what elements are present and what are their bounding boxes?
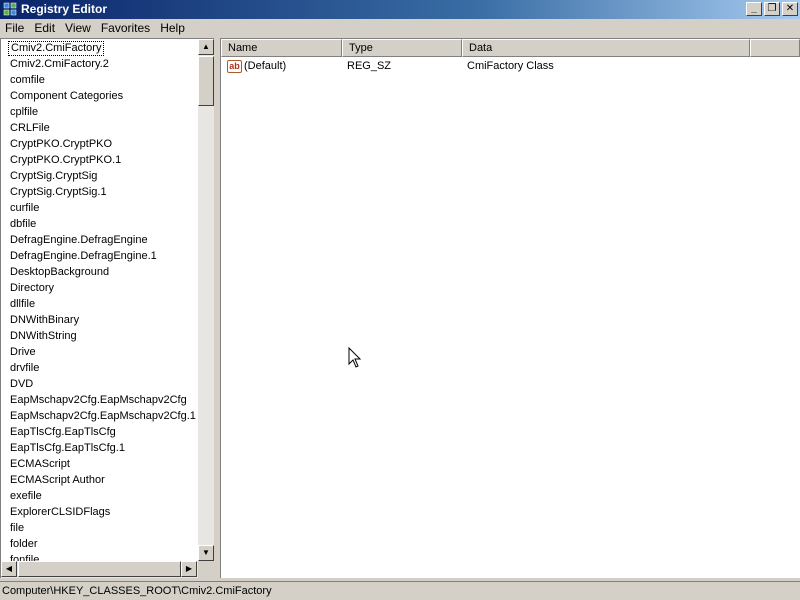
menu-view[interactable]: View xyxy=(60,19,96,37)
column-headers: Name Type Data xyxy=(221,39,800,57)
tree-item[interactable]: DNWithString xyxy=(8,329,79,344)
tree-item[interactable]: DVD xyxy=(8,377,35,392)
tree-item-selected[interactable]: Cmiv2.CmiFactory xyxy=(8,41,105,56)
tree-item[interactable]: fonfile xyxy=(8,553,41,561)
tree-item[interactable]: Cmiv2.CmiFactory.2 xyxy=(8,57,111,72)
tree-item[interactable]: Directory xyxy=(8,281,56,296)
tree-item[interactable]: file xyxy=(8,521,26,536)
column-header-empty xyxy=(750,39,800,57)
value-name: (Default) xyxy=(244,60,287,72)
mouse-cursor-icon xyxy=(348,347,362,368)
value-data: CmiFactory Class xyxy=(467,60,554,72)
tree-item[interactable]: Component Categories xyxy=(8,89,125,104)
title-bar[interactable]: Registry Editor _ ❐ ✕ xyxy=(0,0,800,19)
menu-favorites[interactable]: Favorites xyxy=(96,19,155,37)
scroll-up-arrow-icon[interactable]: ▲ xyxy=(198,39,214,55)
tree-item[interactable]: EapTlsCfg.EapTlsCfg xyxy=(8,425,118,440)
tree-item[interactable]: ECMAScript xyxy=(8,457,72,472)
scroll-left-arrow-icon[interactable]: ◀ xyxy=(1,561,17,577)
minimize-button[interactable]: _ xyxy=(746,2,762,16)
tree-horizontal-scroll-thumb[interactable] xyxy=(18,561,181,577)
tree-item[interactable]: ECMAScript Author xyxy=(8,473,107,488)
tree-item[interactable]: CryptSig.CryptSig xyxy=(8,169,99,184)
value-name-cell: ab (Default) xyxy=(227,57,286,75)
tree-item[interactable]: CRLFile xyxy=(8,121,52,136)
registry-app-icon xyxy=(3,2,17,16)
menu-bar: File Edit View Favorites Help xyxy=(0,19,800,37)
tree-item[interactable]: Drive xyxy=(8,345,38,360)
window-title: Registry Editor xyxy=(21,2,108,16)
tree-item[interactable]: EapMschapv2Cfg.EapMschapv2Cfg.1 xyxy=(8,409,197,424)
tree-item[interactable]: cplfile xyxy=(8,105,40,120)
scroll-down-arrow-icon[interactable]: ▼ xyxy=(198,545,214,561)
tree-vertical-scrollbar[interactable]: ▲ ▼ xyxy=(198,39,214,561)
values-pane[interactable]: Name Type Data ab (Default) REG_SZ CmiFac… xyxy=(220,38,800,578)
tree-item[interactable]: EapMschapv2Cfg.EapMschapv2Cfg xyxy=(8,393,189,408)
value-type: REG_SZ xyxy=(347,60,392,72)
menu-file[interactable]: File xyxy=(0,19,29,37)
column-header-type[interactable]: Type xyxy=(342,39,462,57)
menu-edit[interactable]: Edit xyxy=(29,19,60,37)
close-button[interactable]: ✕ xyxy=(782,2,798,16)
scrollbar-corner xyxy=(198,561,214,578)
tree-item[interactable]: ExplorerCLSIDFlags xyxy=(8,505,112,520)
status-path: Computer\HKEY_CLASSES_ROOT\Cmiv2.CmiFact… xyxy=(2,585,272,597)
restore-button[interactable]: ❐ xyxy=(764,2,780,16)
tree-item[interactable]: drvfile xyxy=(8,361,41,376)
tree-item[interactable]: comfile xyxy=(8,73,47,88)
tree-vertical-scroll-thumb[interactable] xyxy=(198,56,214,106)
key-tree-pane[interactable]: Cmiv2.CmiFactory Cmiv2.CmiFactory.2 comfil… xyxy=(0,38,214,578)
tree-item[interactable]: DefragEngine.DefragEngine xyxy=(8,233,150,248)
string-value-icon: ab xyxy=(227,59,242,73)
column-header-data[interactable]: Data xyxy=(462,39,750,57)
key-tree-list[interactable]: Cmiv2.CmiFactory Cmiv2.CmiFactory.2 comfil… xyxy=(1,39,197,561)
tree-item[interactable]: curfile xyxy=(8,201,41,216)
tree-item[interactable]: DNWithBinary xyxy=(8,313,81,328)
tree-item[interactable]: DefragEngine.DefragEngine.1 xyxy=(8,249,159,264)
tree-item[interactable]: folder xyxy=(8,537,40,552)
menu-help[interactable]: Help xyxy=(155,19,190,37)
tree-item[interactable]: CryptSig.CryptSig.1 xyxy=(8,185,109,200)
tree-horizontal-scrollbar[interactable]: ◀ ▶ xyxy=(1,561,198,578)
status-bar: Computer\HKEY_CLASSES_ROOT\Cmiv2.CmiFact… xyxy=(0,581,800,600)
column-header-name[interactable]: Name xyxy=(221,39,342,57)
tree-item[interactable]: EapTlsCfg.EapTlsCfg.1 xyxy=(8,441,127,456)
tree-item[interactable]: DesktopBackground xyxy=(8,265,111,280)
value-row[interactable]: ab (Default) REG_SZ CmiFactory Class xyxy=(221,57,800,75)
tree-item[interactable]: exefile xyxy=(8,489,44,504)
tree-item[interactable]: CryptPKO.CryptPKO.1 xyxy=(8,153,123,168)
tree-item[interactable]: CryptPKO.CryptPKO xyxy=(8,137,114,152)
scroll-right-arrow-icon[interactable]: ▶ xyxy=(181,561,197,577)
tree-item[interactable]: dllfile xyxy=(8,297,37,312)
tree-item[interactable]: dbfile xyxy=(8,217,38,232)
